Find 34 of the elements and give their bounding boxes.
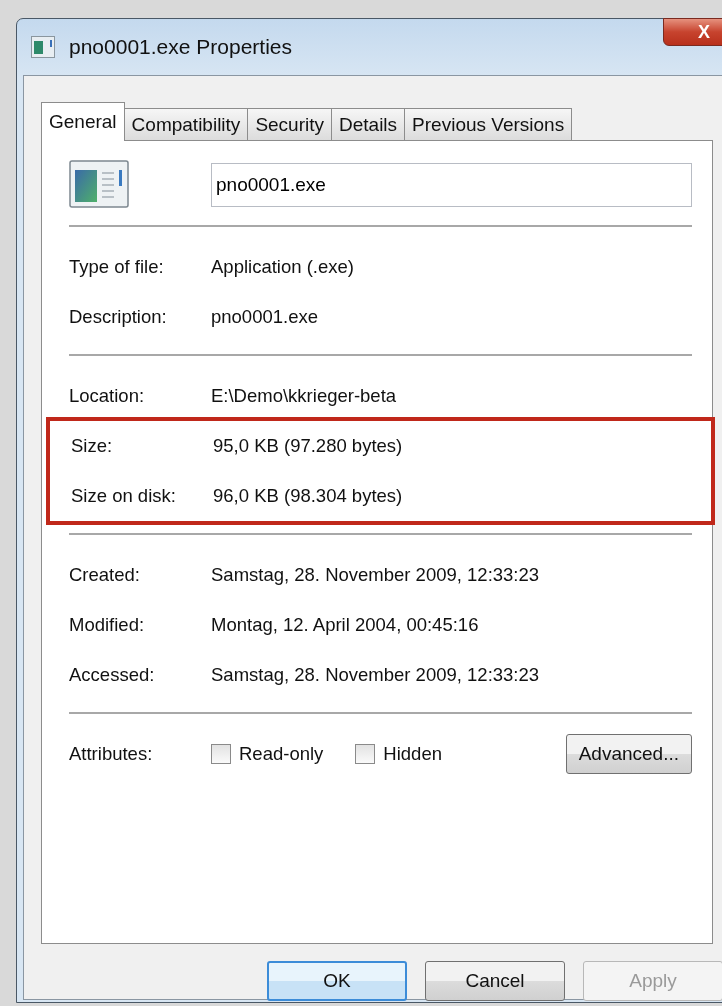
dialog-button[interactable]: Cancel [425,961,565,1001]
property-label: Created: [69,564,141,586]
tab[interactable]: Security [247,108,332,140]
application-icon [69,160,129,210]
checkbox[interactable]: Read-only [211,743,324,765]
advanced-button[interactable]: Advanced... [565,734,692,774]
checkbox[interactable]: Hidden [355,743,442,765]
attributes-label: Attributes: [69,743,154,765]
dialog-button[interactable]: OK [267,961,407,1001]
property-value: Montag, 12. April 2004, 00:45:16 [211,614,479,636]
window-title: pno0001.exe Properties [69,35,292,59]
property-label: Modified: [69,614,146,636]
property-value: Application (.exe) [211,256,354,278]
close-button[interactable]: X [663,18,722,46]
property-label: Type of file: [69,256,165,278]
tab[interactable]: General [41,102,125,141]
property-label: Accessed: [69,664,156,686]
checkbox-box[interactable] [355,744,376,764]
property-value: pno0001.exe [211,306,318,328]
property-value: Samstag, 28. November 2009, 12:33:23 [211,564,540,586]
file-name-field[interactable]: pno0001.exe [211,163,692,207]
property-value: 96,0 KB (98.304 bytes) [213,485,403,507]
property-label: Size: [71,435,114,457]
checkbox-box[interactable] [211,744,231,764]
property-value: E:\Demo\kkrieger-beta [211,385,397,407]
tab[interactable]: Compatibility [123,108,249,140]
property-value: 95,0 KB (97.280 bytes) [213,435,403,457]
tab[interactable]: Previous Versions [404,108,573,140]
property-label: Description: [69,306,168,328]
property-label: Size on disk: [71,485,177,507]
application-icon [31,36,55,58]
property-label: Location: [69,385,146,407]
property-value: Samstag, 28. November 2009, 12:33:23 [211,664,540,686]
tab[interactable]: Details [331,108,406,140]
